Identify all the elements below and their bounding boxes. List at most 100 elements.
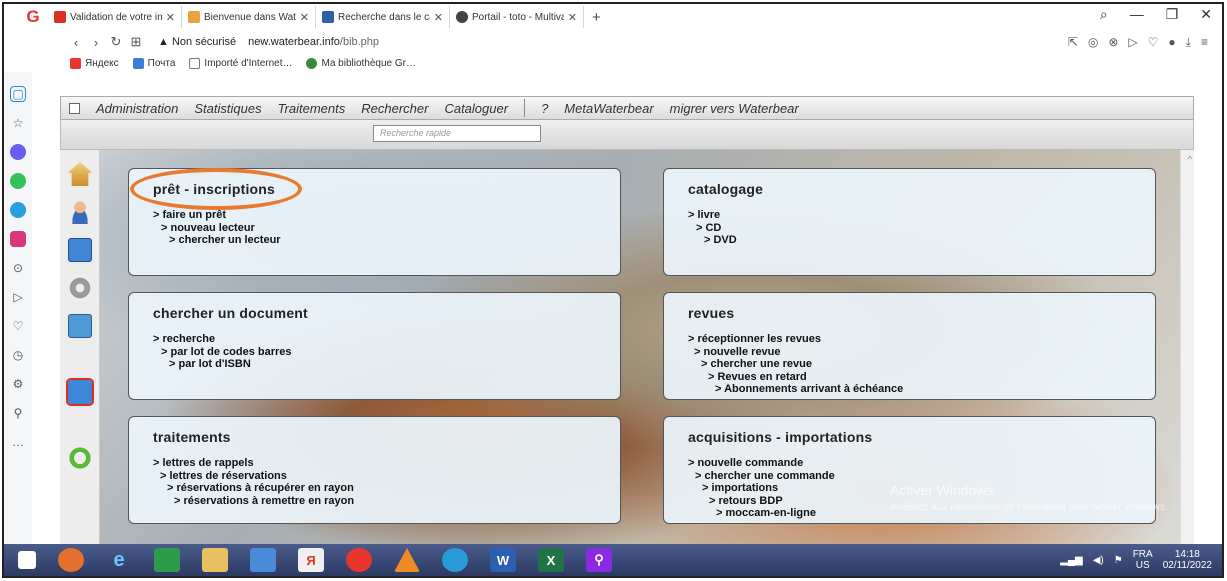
menu-icon[interactable]: ≡ xyxy=(1201,35,1208,50)
search-icon[interactable]: ⌕ xyxy=(1100,6,1108,23)
reload-button[interactable]: ↻ xyxy=(106,34,126,50)
network-icon[interactable]: ▂▄▆ xyxy=(1060,555,1082,566)
tab-portail[interactable]: Portail - toto - Multivariate ✕ xyxy=(450,6,584,28)
close-window-button[interactable]: ✕ xyxy=(1200,6,1212,23)
search-icon[interactable]: ⚲ xyxy=(586,548,612,572)
play-icon[interactable]: ⊙ xyxy=(10,260,26,276)
back-button[interactable]: ‹ xyxy=(66,35,86,50)
share-icon[interactable]: ⇱ xyxy=(1068,35,1078,50)
link-dvd[interactable]: > DVD xyxy=(688,234,1155,247)
link-chercher-lecteur[interactable]: > chercher un lecteur xyxy=(153,234,620,247)
more-icon[interactable]: … xyxy=(10,434,26,450)
grid-icon[interactable]: ⊞ xyxy=(126,34,146,50)
word-icon[interactable]: W xyxy=(490,548,516,572)
sync-icon[interactable] xyxy=(68,446,92,470)
yandex-browser-icon[interactable]: Я xyxy=(298,548,324,572)
star-icon[interactable]: ☆ xyxy=(10,115,26,131)
book-icon[interactable] xyxy=(68,238,92,262)
menu-traitements[interactable]: Traitements xyxy=(270,101,354,116)
bookmark-imported[interactable]: Importé d'Internet… xyxy=(189,57,292,69)
download-icon[interactable]: ⤓ xyxy=(1186,35,1191,50)
gear-icon[interactable] xyxy=(68,276,92,300)
settings-icon[interactable]: ⚙ xyxy=(10,376,26,392)
menu-metawaterbear[interactable]: MetaWaterbear xyxy=(556,101,661,116)
menu-checkbox[interactable] xyxy=(69,102,80,114)
minimize-button[interactable]: — xyxy=(1130,6,1144,23)
link-nouvelle-commande[interactable]: > nouvelle commande xyxy=(688,457,1155,470)
link-chercher-revue[interactable]: > chercher une revue xyxy=(688,358,1155,371)
excel-icon[interactable]: X xyxy=(538,548,564,572)
clock[interactable]: 14:18 02/11/2022 xyxy=(1163,549,1212,571)
restore-button[interactable]: ❐ xyxy=(1166,6,1179,23)
volume-icon[interactable]: ◀) xyxy=(1093,555,1104,566)
link-nouveau-lecteur[interactable]: > nouveau lecteur xyxy=(153,222,620,235)
internet-explorer-icon[interactable]: e xyxy=(106,548,132,572)
link-reservations-recuperer[interactable]: > réservations à récupérer en rayon xyxy=(153,482,620,495)
close-icon[interactable]: ✕ xyxy=(300,11,309,24)
user-icon[interactable] xyxy=(68,200,92,224)
vlc-icon[interactable] xyxy=(394,548,420,572)
bookmark-yandex[interactable]: Яндекс xyxy=(70,57,119,69)
tab-catalogue[interactable]: Recherche dans le catalogu ✕ xyxy=(316,6,450,28)
url-field[interactable]: new.waterbear.info/bib.php xyxy=(248,36,379,48)
extensions-icon[interactable]: ⊗ xyxy=(1108,35,1118,50)
send-icon[interactable]: ▷ xyxy=(1128,35,1137,50)
profile-icon[interactable]: ● xyxy=(1168,35,1175,50)
heart-icon[interactable]: ♡ xyxy=(1148,35,1159,50)
quick-search-input[interactable]: Recherche rapide xyxy=(373,125,541,142)
opera-icon[interactable] xyxy=(346,548,372,572)
media-player-icon[interactable] xyxy=(250,548,276,572)
whatsapp-icon[interactable] xyxy=(10,173,26,189)
link-chercher-commande[interactable]: > chercher une commande xyxy=(688,470,1155,483)
forward-button[interactable]: › xyxy=(86,35,106,50)
telegram-icon[interactable] xyxy=(10,202,26,218)
window-icon[interactable]: ▢ xyxy=(10,86,26,102)
flag-icon[interactable]: ⚑ xyxy=(1114,555,1123,566)
home-icon[interactable] xyxy=(68,162,92,186)
file-explorer-icon[interactable] xyxy=(202,548,228,572)
firefox-icon[interactable] xyxy=(58,548,84,572)
instagram-icon[interactable] xyxy=(10,231,26,247)
link-isbn[interactable]: > par lot d'ISBN xyxy=(153,358,620,371)
link-abonnements-echeance[interactable]: > Abonnements arrivant à échéance xyxy=(688,383,1155,396)
new-tab-button[interactable]: + xyxy=(584,9,609,26)
scroll-up-icon[interactable]: ^ xyxy=(1188,154,1192,164)
vertical-scrollbar[interactable]: ^ xyxy=(1180,150,1194,550)
bookmark-mail[interactable]: Почта xyxy=(132,57,175,69)
link-revues-retard[interactable]: > Revues en retard xyxy=(688,371,1155,384)
menu-statistiques[interactable]: Statistiques xyxy=(186,101,269,116)
menu-administration[interactable]: Administration xyxy=(88,101,186,116)
camera-icon[interactable]: ◎ xyxy=(1088,35,1098,50)
edge-icon[interactable] xyxy=(442,548,468,572)
send-icon[interactable]: ▷ xyxy=(10,289,26,305)
heart-icon[interactable]: ♡ xyxy=(10,318,26,334)
menu-rechercher[interactable]: Rechercher xyxy=(353,101,436,116)
windows-start-icon[interactable] xyxy=(18,551,36,569)
security-warning[interactable]: ▲ Non sécurisé xyxy=(158,36,236,48)
menu-help[interactable]: ? xyxy=(533,101,556,116)
link-nouvelle-revue[interactable]: > nouvelle revue xyxy=(688,346,1155,359)
store-icon[interactable] xyxy=(154,548,180,572)
link-recherche[interactable]: > recherche xyxy=(153,333,620,346)
menu-cataloguer[interactable]: Cataloguer xyxy=(436,101,516,116)
browser-logo-icon[interactable]: G xyxy=(22,6,44,28)
location-icon[interactable]: ⚲ xyxy=(10,405,26,421)
link-lettres-reservations[interactable]: > lettres de réservations xyxy=(153,470,620,483)
bookmark-bibliotheque[interactable]: Ma bibliothèque Gr… xyxy=(306,57,416,69)
link-codes-barres[interactable]: > par lot de codes barres xyxy=(153,346,620,359)
link-lettres-rappels[interactable]: > lettres de rappels xyxy=(153,457,620,470)
menu-migrer[interactable]: migrer vers Waterbear xyxy=(662,101,807,116)
close-icon[interactable]: ✕ xyxy=(166,11,175,24)
new-document-icon[interactable] xyxy=(66,378,94,406)
export-icon[interactable] xyxy=(68,314,92,338)
close-icon[interactable]: ✕ xyxy=(434,11,443,24)
messenger-icon[interactable] xyxy=(10,144,26,160)
tab-validation[interactable]: Validation de votre inscripti ✕ xyxy=(48,6,182,28)
link-reservations-remettre[interactable]: > réservations à remettre en rayon xyxy=(153,495,620,508)
link-cd[interactable]: > CD xyxy=(688,222,1155,235)
link-livre[interactable]: > livre xyxy=(688,209,1155,222)
link-faire-pret[interactable]: > faire un prêt xyxy=(153,209,620,222)
close-icon[interactable]: ✕ xyxy=(568,11,577,24)
language-indicator[interactable]: FRA US xyxy=(1133,549,1153,571)
tab-waterbear[interactable]: Bienvenue dans WaterBear ✕ xyxy=(182,6,316,28)
